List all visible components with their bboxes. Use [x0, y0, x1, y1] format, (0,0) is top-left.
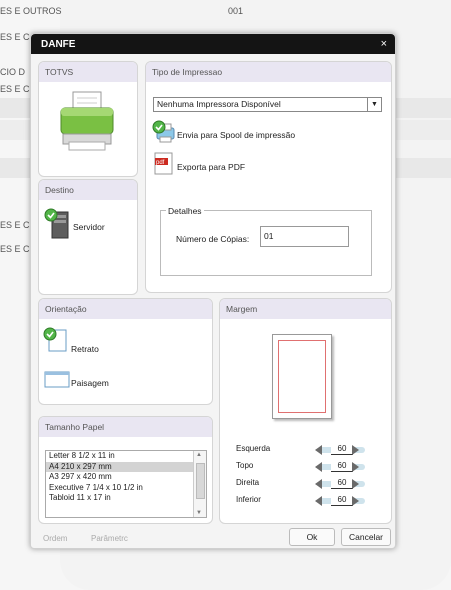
list-item[interactable]: Executive 7 1/4 x 10 1/2 in: [46, 483, 206, 494]
list-item[interactable]: A3 297 x 420 mm: [46, 472, 206, 483]
increment-arrow-icon[interactable]: [352, 445, 359, 455]
margin-spinner-inferior[interactable]: 60: [311, 495, 373, 506]
scroll-down-icon[interactable]: ▼: [196, 510, 202, 516]
increment-arrow-icon[interactable]: [352, 479, 359, 489]
pdf-icon-text: pdf: [156, 160, 165, 166]
margin-spinner-esquerda[interactable]: 60: [311, 444, 373, 455]
list-item[interactable]: Tabloid 11 x 17 in: [46, 493, 206, 504]
server-icon[interactable]: [44, 208, 72, 240]
margin-label-esquerda: Esquerda: [236, 444, 271, 453]
copies-input[interactable]: 01: [260, 226, 349, 247]
server-option[interactable]: Servidor: [73, 222, 105, 232]
decrement-arrow-icon[interactable]: [315, 445, 322, 455]
decrement-arrow-icon[interactable]: [315, 496, 322, 506]
dialog-title: DANFE: [41, 39, 76, 50]
background-row-text: ES E C: [0, 84, 30, 94]
dialog-titlebar: DANFE ×: [31, 34, 395, 54]
parametros-link[interactable]: Parâmetrc: [91, 534, 128, 543]
totvs-panel: TOTVS: [38, 61, 138, 177]
retrato-option[interactable]: Retrato: [71, 344, 99, 354]
margin-spinner-topo[interactable]: 60: [311, 461, 373, 472]
margin-preview-area: [278, 340, 326, 413]
spool-option[interactable]: Envia para Spool de impressão: [177, 130, 295, 140]
landscape-icon[interactable]: [43, 369, 71, 389]
list-item-selected[interactable]: A4 210 x 297 mm: [46, 461, 206, 472]
list-item[interactable]: Letter 8 1/2 x 11 in: [46, 451, 206, 462]
background-row-text: ES E C: [0, 32, 30, 42]
margin-value-esquerda[interactable]: 60: [331, 444, 353, 455]
margin-value-topo[interactable]: 60: [331, 461, 353, 472]
pdf-icon[interactable]: pdf: [154, 152, 174, 176]
background-row-text: ES E OUTROS: [0, 6, 62, 16]
paisagem-option[interactable]: Paisagem: [71, 378, 109, 388]
destino-panel: Destino Servidor: [38, 179, 138, 295]
margem-header: Margem: [220, 299, 391, 319]
tamanho-papel-panel: Tamanho Papel Letter 8 1/2 x 11 in A4 21…: [38, 416, 213, 524]
printer-icon: [60, 91, 114, 151]
orientacao-header: Orientação: [39, 299, 212, 319]
cancel-button[interactable]: Cancelar: [341, 528, 391, 546]
margin-preview-page: [272, 334, 332, 419]
margin-label-direita: Direita: [236, 478, 260, 487]
copies-label: Número de Cópias:: [176, 234, 250, 244]
decrement-arrow-icon[interactable]: [315, 462, 322, 472]
paper-size-list[interactable]: Letter 8 1/2 x 11 in A4 210 x 297 mm A3 …: [45, 450, 207, 518]
margem-panel: Margem Esquerda 60 Topo 60 Direita 60 In…: [219, 298, 392, 524]
margin-value-direita[interactable]: 60: [331, 478, 353, 489]
margin-spinner-direita[interactable]: 60: [311, 478, 373, 489]
tipo-impressao-panel: Tipo de Impressao Nenhuma Impressora Dis…: [145, 61, 392, 293]
margin-label-topo: Topo: [236, 461, 254, 470]
totvs-header: TOTVS: [39, 62, 137, 82]
margin-value-inferior[interactable]: 60: [331, 495, 353, 506]
margin-label-inferior: Inferior: [236, 495, 261, 504]
increment-arrow-icon[interactable]: [352, 496, 359, 506]
background-row-text: ES E C: [0, 220, 30, 230]
ordem-link[interactable]: Ordem: [43, 534, 67, 543]
tipo-impressao-header: Tipo de Impressao: [146, 62, 391, 82]
tamanho-papel-header: Tamanho Papel: [39, 417, 212, 437]
danfe-dialog: DANFE × TOTVS Tipo de Impressao Nenhuma …: [30, 33, 396, 549]
printer-select-value: Nenhuma Impressora Disponível: [157, 99, 281, 109]
increment-arrow-icon[interactable]: [352, 462, 359, 472]
spool-printer-icon[interactable]: [152, 120, 176, 144]
pdf-option[interactable]: Exporta para PDF: [177, 162, 245, 172]
background-row-text: ES E C: [0, 244, 30, 254]
ok-button[interactable]: Ok: [289, 528, 335, 546]
orientacao-panel: Orientação Retrato Paisagem: [38, 298, 213, 405]
details-legend: Detalhes: [166, 206, 204, 216]
scroll-up-icon[interactable]: ▲: [196, 452, 202, 458]
chevron-down-icon[interactable]: ▼: [367, 98, 381, 111]
background-row-code: 001: [228, 6, 244, 16]
background-row-text: CIO D: [0, 67, 26, 77]
decrement-arrow-icon[interactable]: [315, 479, 322, 489]
scroll-thumb[interactable]: [196, 463, 205, 499]
printer-select[interactable]: Nenhuma Impressora Disponível ▼: [153, 97, 382, 112]
portrait-icon[interactable]: [43, 327, 69, 353]
destino-header: Destino: [39, 180, 137, 200]
list-scrollbar[interactable]: ▲ ▼: [193, 451, 206, 517]
close-icon[interactable]: ×: [381, 38, 387, 50]
